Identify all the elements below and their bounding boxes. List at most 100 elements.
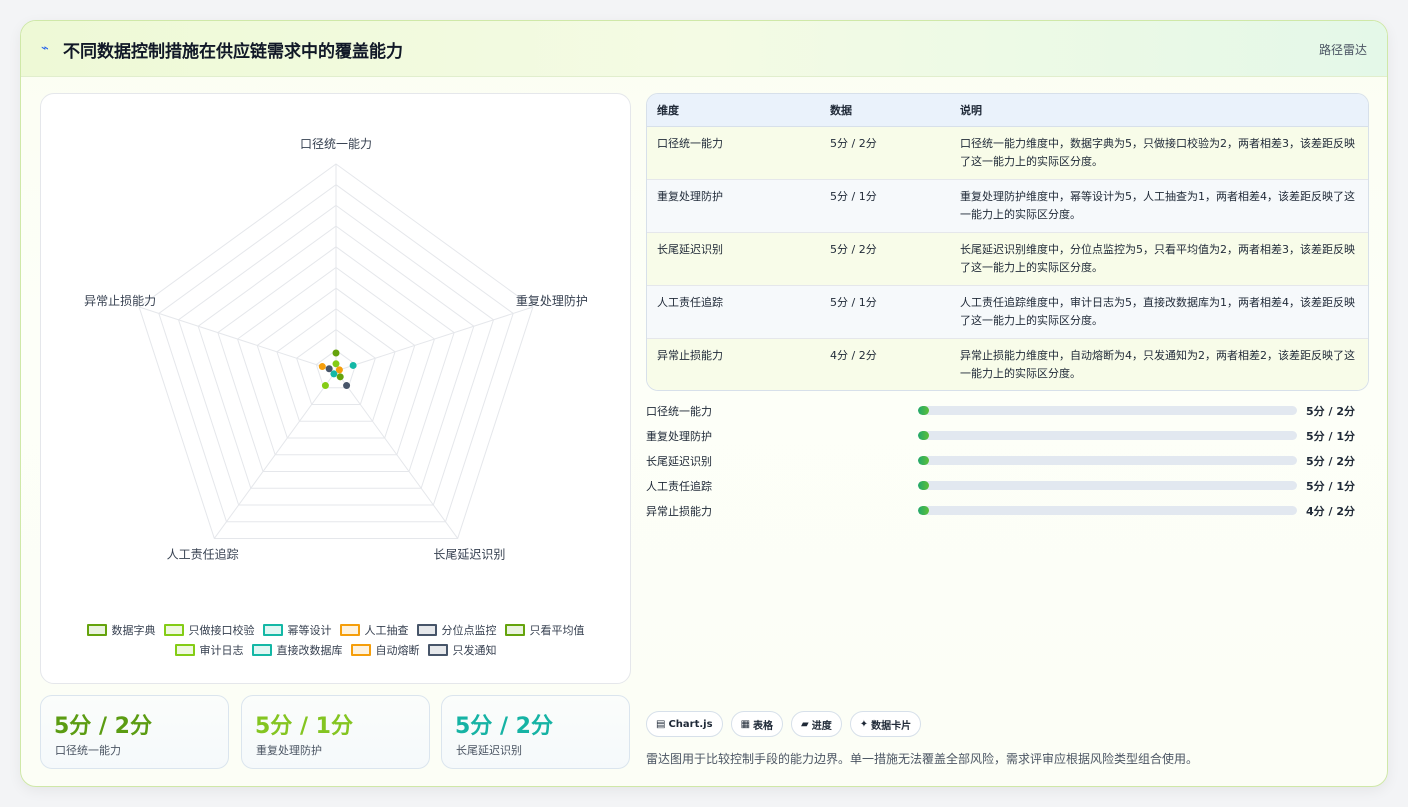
progress-label: 异常止损能力 [646,505,712,518]
radar-point[interactable] [336,373,344,381]
legend-label: 数据字典 [111,624,156,637]
stat-label: 重复处理防护 [256,744,322,757]
cell-data: 4分 / 2分 [820,338,950,390]
stat-cards: 5分 / 2分 口径统一能力 5分 / 1分 重复处理防护 5分 / 2分 长尾… [40,695,631,769]
legend-item[interactable]: 只看平均值 [504,622,585,638]
radar-axis-label: 长尾延迟识别 [433,548,505,562]
progress-row: 异常止损能力 4分 / 2分 [646,501,1356,526]
progress-fill [918,481,930,490]
table-row: 口径统一能力 5分 / 2分 口径统一能力维度中，数据字典为5，只做接口校验为2… [647,126,1368,180]
legend-item[interactable]: 人工抽查 [339,622,409,638]
chart-icon: ▤ [656,718,666,730]
legend-label: 审计日志 [199,644,244,657]
cell-dimension: 异常止损能力 [647,338,820,390]
legend-item[interactable]: 幂等设计 [262,622,332,638]
progress-label: 口径统一能力 [646,405,712,418]
legend-label: 人工抽查 [364,624,409,637]
legend-swatch [416,624,437,636]
stat-value: 5分 / 2分 [455,714,553,739]
radar-point[interactable] [325,365,333,373]
legend-swatch [350,644,371,656]
progress-fill [918,406,930,415]
progress-value: 5分 / 1分 [1306,430,1355,443]
sparkle-icon: ✦ [859,718,869,730]
stat-card: 5分 / 1分 重复处理防护 [241,695,430,769]
progress-track [918,506,1297,515]
chip-table[interactable]: ▦ 表格 [730,711,784,737]
cell-description: 重复处理防护维度中，幂等设计为5，人工抽查为1，两者相差4，该差距反映了这一能力… [950,179,1368,233]
radar-point[interactable] [332,349,340,357]
stat-value: 5分 / 1分 [255,714,353,739]
progress-row: 长尾延迟识别 5分 / 2分 [646,451,1356,476]
progress-row: 重复处理防护 5分 / 1分 [646,426,1356,451]
cell-dimension: 人工责任追踪 [647,285,820,339]
cell-description: 异常止损能力维度中，自动熔断为4，只发通知为2，两者相差2，该差距反映了这一能力… [950,338,1368,390]
legend-swatch [86,624,107,636]
cell-data: 5分 / 1分 [820,285,950,339]
progress-track [918,456,1297,465]
cell-data: 5分 / 2分 [820,232,950,286]
view-chips: ▤ Chart.js ▦ 表格 ▰ 进度 ✦ 数据卡片 [646,711,922,737]
progress-value: 5分 / 1分 [1306,480,1355,493]
table-row: 人工责任追踪 5分 / 1分 人工责任追踪维度中，审计日志为5，直接改数据库为1… [647,285,1368,339]
stat-card: 5分 / 2分 口径统一能力 [40,695,229,769]
header-tag: 路径雷达 [1318,43,1367,57]
legend-item[interactable]: 直接改数据库 [251,642,343,658]
main-card: ⌁ 不同数据控制措施在供应链需求中的覆盖能力 路径雷达 口径统一能力 重复处理防护… [20,20,1388,787]
progress-row: 口径统一能力 5分 / 2分 [646,401,1356,426]
progress-label: 长尾延迟识别 [646,455,712,468]
legend-swatch [251,644,272,656]
chip-label: 进度 [811,720,832,732]
legend-swatch [163,624,184,636]
table-row: 异常止损能力 4分 / 2分 异常止损能力维度中，自动熔断为4，只发通知为2，两… [647,338,1368,390]
radar-point[interactable] [343,382,351,390]
legend-label: 只做接口校验 [188,624,255,637]
chip-label: 数据卡片 [871,720,912,732]
legend-label: 只发通知 [452,644,497,657]
progress-row: 人工责任追踪 5分 / 1分 [646,476,1356,501]
legend-swatch [427,644,448,656]
progress-label: 重复处理防护 [646,430,712,443]
radar-point[interactable] [349,361,357,369]
cell-dimension: 重复处理防护 [647,179,820,233]
table-icon: ▦ [740,718,751,730]
legend-item[interactable]: 数据字典 [86,622,156,638]
progress-value: 5分 / 2分 [1306,405,1355,418]
chip-chartjs[interactable]: ▤ Chart.js [646,711,723,737]
radar-point[interactable] [330,370,338,378]
progress-list: 口径统一能力 5分 / 2分 重复处理防护 5分 / 1分 长尾延迟识别 5分 … [646,401,1356,526]
cell-dimension: 口径统一能力 [647,126,820,180]
cell-description: 人工责任追踪维度中，审计日志为5，直接改数据库为1，两者相差4，该差距反映了这一… [950,285,1368,339]
stat-label: 长尾延迟识别 [456,744,522,757]
table-header-dimension: 维度 [647,94,820,127]
radar-chart: 口径统一能力重复处理防护长尾延迟识别 人工责任追踪 异常止损能力 [84,137,588,562]
cell-data: 5分 / 2分 [820,126,950,180]
chip-progress[interactable]: ▰ 进度 [791,711,842,737]
legend-item[interactable]: 审计日志 [174,642,244,658]
legend-item[interactable]: 只发通知 [427,642,497,658]
radar-point[interactable] [321,382,329,390]
progress-icon: ▰ [801,718,809,730]
progress-fill [918,431,930,440]
radar-point[interactable] [318,363,326,371]
legend-label: 直接改数据库 [276,644,343,657]
radar-point[interactable] [332,360,340,368]
legend-label: 幂等设计 [287,624,332,637]
progress-track [918,406,1297,415]
legend-item[interactable]: 只做接口校验 [163,622,255,638]
legend-swatch [174,644,195,656]
chip-data-card[interactable]: ✦ 数据卡片 [849,711,922,737]
footer-note: 雷达图用于比较控制手段的能力边界。单一措施无法覆盖全部风险，需求评审应根据风险类… [646,752,1199,766]
radar-axis-label: 人工责任追踪 [167,547,239,562]
progress-value: 5分 / 2分 [1306,455,1355,468]
page-title: 不同数据控制措施在供应链需求中的覆盖能力 [63,42,403,62]
data-table: 维度 数据 说明 口径统一能力 5分 / 2分 口径统一能力维度中，数据字典为5… [646,93,1369,391]
legend-swatch [504,624,525,636]
legend-item[interactable]: 自动熔断 [350,642,420,658]
stat-label: 口径统一能力 [55,744,121,757]
chip-label: 表格 [753,720,774,732]
cell-dimension: 长尾延迟识别 [647,232,820,286]
progress-label: 人工责任追踪 [646,480,712,493]
cell-description: 长尾延迟识别维度中，分位点监控为5，只看平均值为2，两者相差3，该差距反映了这一… [950,232,1368,286]
legend-item[interactable]: 分位点监控 [416,622,497,638]
